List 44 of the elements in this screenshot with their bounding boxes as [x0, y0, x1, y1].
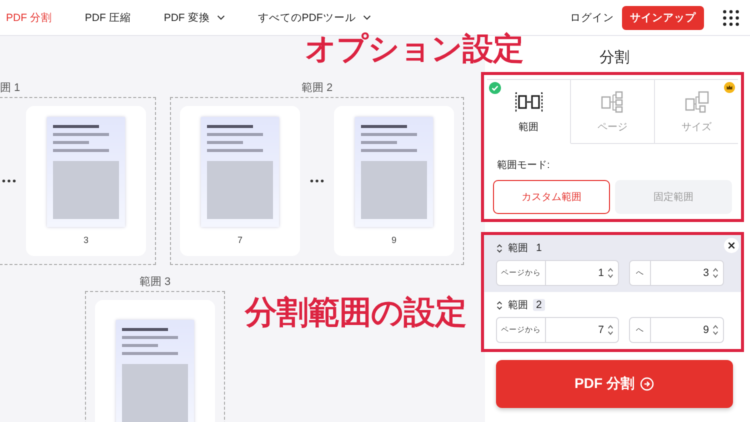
split-tab[interactable]: 範囲 — [487, 79, 571, 144]
page-number: 7 — [237, 235, 242, 245]
annotation-text: オプション設定 — [305, 32, 524, 66]
drag-sort-icon[interactable] — [496, 242, 503, 254]
field-value: 9 — [702, 324, 710, 336]
login-link[interactable]: ログイン — [570, 10, 614, 24]
apps-grid-icon[interactable] — [722, 8, 740, 26]
check-badge-icon — [489, 82, 501, 94]
field-value: 3 — [702, 267, 710, 279]
page-card[interactable] — [95, 300, 215, 422]
page-number: 9 — [391, 235, 396, 245]
mode-option-button[interactable]: カスタム範囲 — [493, 180, 610, 214]
range-label: 囲 1 — [0, 81, 22, 96]
range-split-icon — [514, 90, 544, 114]
nav-link[interactable]: PDF 変換 — [164, 10, 225, 24]
page-card[interactable]: 7 — [180, 106, 300, 256]
range-label: 範囲 2 — [300, 81, 334, 96]
page-card[interactable]: 3 — [26, 106, 146, 256]
signup-button[interactable]: サインアップ — [622, 6, 704, 30]
page-number: 3 — [83, 235, 88, 245]
spinner-icon[interactable] — [712, 324, 719, 336]
spinner-icon[interactable] — [712, 267, 719, 279]
field-value: 1 — [597, 267, 605, 279]
range-label: 範囲 3 — [138, 275, 172, 290]
spinner-icon[interactable] — [607, 324, 614, 336]
mode-label: 範囲モード: — [497, 159, 551, 172]
ellipsis-icon — [2, 179, 16, 183]
panel-title: 分割 — [600, 48, 630, 68]
split-pdf-button[interactable]: PDF 分割 — [496, 360, 733, 408]
range-title: 範囲 — [508, 299, 528, 312]
range-index: 1 — [535, 242, 543, 254]
range-index: 2 — [533, 299, 545, 311]
spinner-icon[interactable] — [607, 267, 614, 279]
nav-link[interactable]: PDF 圧縮 — [84, 10, 131, 24]
field-value: 7 — [597, 324, 605, 336]
ellipsis-icon — [310, 179, 324, 183]
nav-link[interactable]: PDF 分割 — [6, 10, 52, 24]
annotation-text: 分割範囲の設定 — [245, 295, 466, 330]
drag-sort-icon[interactable] — [496, 300, 503, 310]
nav-link[interactable]: すべてのPDFツール — [258, 10, 371, 24]
page-card[interactable]: 9 — [334, 106, 454, 256]
close-icon[interactable] — [724, 238, 739, 253]
arrow-circle-icon — [640, 377, 654, 391]
range-title: 範囲 — [508, 242, 528, 255]
